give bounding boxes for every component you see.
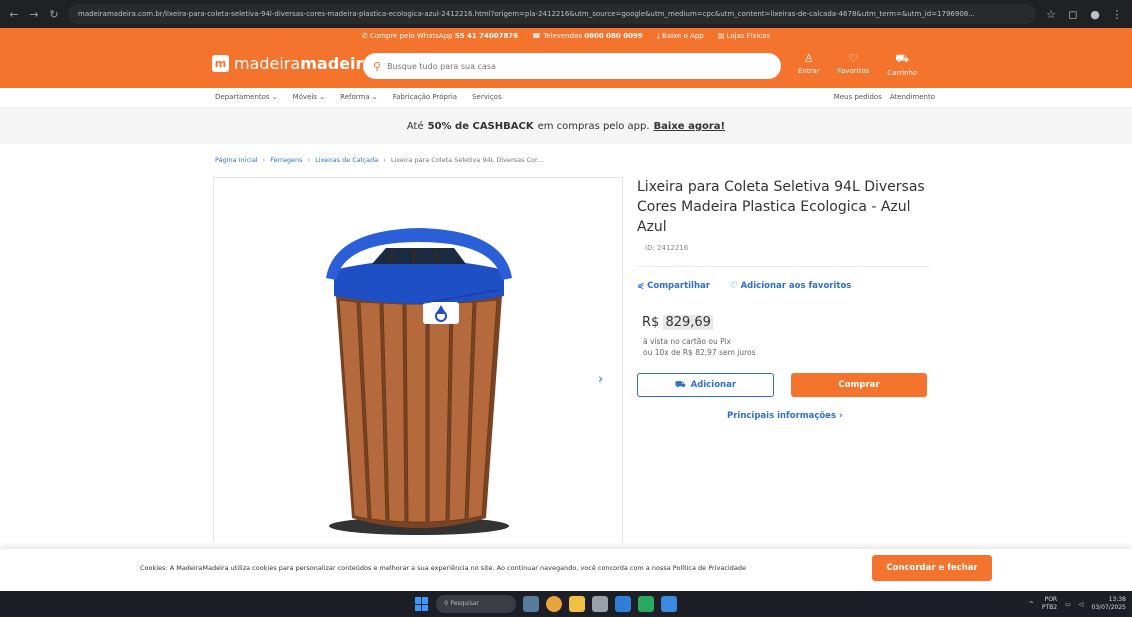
cart-icon: ⛟	[895, 52, 910, 65]
product-id: ID: 2412216	[645, 244, 689, 252]
whatsapp-link[interactable]: ✆ Compre pelo WhatsApp 55 41 74007876	[362, 32, 518, 41]
top-info-strip: ✆ Compre pelo WhatsApp 55 41 74007876 ☎ …	[0, 32, 1132, 41]
search-input[interactable]	[387, 61, 748, 71]
cart-icon: ⛟	[674, 379, 686, 390]
cashback-banner: Até 50% de CASHBACK em compras pelo app.…	[0, 108, 1132, 144]
my-orders-link[interactable]: Meus pedidos	[834, 93, 882, 101]
download-now-link[interactable]: Baixe agora!	[654, 121, 726, 132]
chrome-icon[interactable]	[546, 596, 562, 612]
profile-icon[interactable]: ●	[1088, 8, 1102, 21]
add-to-cart-button[interactable]: ⛟ Adicionar	[637, 373, 774, 397]
heart-icon: ♡	[729, 281, 738, 291]
nav-moveis[interactable]: Móveis ⌄	[293, 93, 325, 101]
product-image-gallery[interactable]	[213, 177, 623, 542]
extensions-icon[interactable]: ◻	[1066, 8, 1080, 21]
breadcrumb: Página inicial › Ferragens › Lixeiras de C…	[215, 156, 544, 164]
add-favorite-button[interactable]: ♡ Adicionar aos favoritos	[730, 281, 851, 291]
reload-icon[interactable]: ↻	[48, 8, 60, 21]
buy-button[interactable]: Comprar	[791, 373, 927, 397]
breadcrumb-ferragens[interactable]: Ferragens	[270, 156, 302, 164]
support-link[interactable]: Atendimento	[890, 93, 935, 101]
network-icon[interactable]: ▭	[1065, 601, 1071, 608]
product-actions: ⋞ Compartilhar ♡ Adicionar aos favoritos	[637, 281, 851, 291]
product-title: Lixeira para Coleta Seletiva 94L Diversa…	[637, 179, 925, 235]
nav-fabricacao[interactable]: Fabricação Própria	[393, 93, 457, 101]
product-image	[326, 228, 512, 535]
site-logo[interactable]: m madeiramadeira	[212, 54, 374, 73]
product-price: R$ 829,69	[642, 315, 713, 330]
category-nav: Departamentos ⌄ Móveis ⌄ Reforma ⌄ Fabri…	[0, 88, 1132, 108]
breadcrumb-current: Lixeira para Coleta Seletiva 94L Diversa…	[390, 156, 544, 164]
app-icon-4[interactable]	[661, 596, 677, 612]
breadcrumb-home[interactable]: Página inicial	[215, 156, 258, 164]
widgets-icon[interactable]	[523, 596, 539, 612]
taskbar-search[interactable]: ⚲ Pesquisar	[436, 595, 516, 613]
address-bar[interactable]: madeiramadeira.com.br/lixeira-para-colet…	[68, 4, 1036, 24]
stores-link[interactable]: ▤ Lojas Físicas	[718, 32, 770, 41]
language-indicator[interactable]: POR PTB2	[1042, 596, 1057, 612]
search-icon: ⚲	[373, 59, 382, 73]
search-bar[interactable]: ⚲	[363, 53, 781, 79]
windows-start-icon[interactable]	[415, 597, 429, 611]
browser-toolbar: ← → ↻ madeiramadeira.com.br/lixeira-para…	[0, 0, 1132, 28]
clock[interactable]: 13:38 03/07/2025	[1091, 596, 1126, 612]
header-actions: ♙ Entrar ♡ Favoritos ⛟ Carrinho	[798, 52, 917, 77]
menu-icon[interactable]: ⋮	[1110, 8, 1124, 21]
tray-chevron-icon[interactable]: ^	[1029, 601, 1034, 608]
download-app-link[interactable]: ⤓ Baixe o App	[657, 32, 704, 41]
site-header: ✆ Compre pelo WhatsApp 55 41 74007876 ☎ …	[0, 28, 1132, 88]
forward-icon[interactable]: →	[28, 8, 40, 21]
main-info-link[interactable]: Principais informações ›	[727, 411, 843, 421]
nav-servicos[interactable]: Serviços	[472, 93, 502, 101]
price-conditions: à vista no cartão ou Pix ou 10x de R$ 82…	[643, 337, 756, 357]
televendas-link[interactable]: ☎ Televendas 0800 080 0099	[532, 32, 643, 41]
accept-cookies-button[interactable]: Concordar e fechar	[872, 555, 992, 581]
login-button[interactable]: ♙ Entrar	[798, 52, 820, 77]
app-icon-3[interactable]	[638, 596, 654, 612]
bookmark-star-icon[interactable]: ☆	[1044, 8, 1058, 21]
divider	[637, 266, 929, 267]
back-icon[interactable]: ←	[8, 8, 20, 21]
share-button[interactable]: ⋞ Compartilhar	[637, 281, 710, 291]
volume-icon[interactable]: ◁	[1079, 601, 1084, 608]
user-icon: ♙	[803, 52, 814, 65]
nav-reforma[interactable]: Reforma ⌄	[340, 93, 378, 101]
favorites-button[interactable]: ♡ Favoritos	[838, 52, 870, 77]
share-icon: ⋞	[637, 281, 645, 291]
cookie-banner: Cookies: A MadeiraMadeira utiliza cookie…	[0, 549, 1132, 591]
logo-mark-icon: m	[212, 55, 229, 72]
next-image-arrow-icon[interactable]: ›	[598, 372, 603, 387]
cookie-text: Cookies: A MadeiraMadeira utiliza cookie…	[140, 564, 746, 572]
app-icon[interactable]	[592, 596, 608, 612]
cart-button[interactable]: ⛟ Carrinho	[887, 52, 917, 77]
breadcrumb-lixeiras[interactable]: Lixeiras de Calçada	[315, 156, 378, 164]
heart-icon: ♡	[848, 52, 859, 65]
app-icon-2[interactable]	[615, 596, 631, 612]
file-explorer-icon[interactable]	[569, 596, 585, 612]
nav-departamentos[interactable]: Departamentos ⌄	[215, 93, 278, 101]
os-taskbar: ⚲ Pesquisar ^ POR PTB2 ▭ ◁ 13:38 03/07/202…	[0, 591, 1132, 617]
